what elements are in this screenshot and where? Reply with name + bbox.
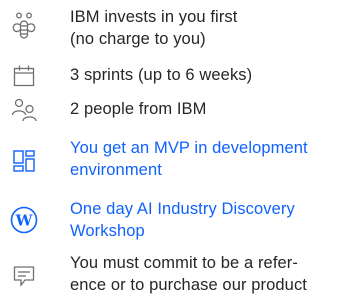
people-icon	[10, 95, 38, 123]
item-text-line: You get an MVP in development	[70, 139, 308, 157]
list-item-investment: IBM invests in you first (no charge to y…	[0, 6, 351, 54]
item-text-line: 2 people from IBM	[70, 100, 207, 118]
item-text-line: You must commit to be a refer-	[70, 254, 298, 272]
item-text-line: (no charge to you)	[70, 30, 206, 48]
item-text-line: 3 sprints (up to 6 weeks)	[70, 66, 253, 84]
svg-text:W: W	[15, 212, 34, 230]
offer-terms-list: IBM invests in you first (no charge to y…	[0, 0, 351, 301]
chat-icon	[10, 262, 38, 290]
item-text: You must commit to be a refer- ence or t…	[70, 252, 345, 296]
dashboard-icon	[10, 147, 38, 175]
item-text-line: One day AI Industry Discovery	[70, 200, 295, 218]
list-item-mvp: You get an MVP in development environmen…	[0, 137, 351, 185]
item-text: One day AI Industry Discovery Workshop	[70, 198, 345, 242]
item-text-line: ence or to purchase our product	[70, 276, 307, 294]
list-item-workshop: W One day AI Industry Discovery Workshop	[0, 198, 351, 246]
item-text: IBM invests in you first (no charge to y…	[70, 6, 345, 50]
list-item-commitment: You must commit to be a refer- ence or t…	[0, 252, 351, 300]
item-text-line: Workshop	[70, 222, 145, 240]
bee-icon	[10, 12, 38, 40]
item-text: You get an MVP in development environmen…	[70, 137, 345, 181]
list-item-people: 2 people from IBM	[0, 98, 351, 122]
watson-w-icon: W	[10, 206, 38, 234]
item-text: 2 people from IBM	[70, 98, 345, 120]
list-item-sprints: 3 sprints (up to 6 weeks)	[0, 64, 351, 88]
item-text-line: IBM invests in you first	[70, 8, 238, 26]
calendar-icon	[10, 62, 38, 90]
item-text-line: environment	[70, 161, 162, 179]
item-text: 3 sprints (up to 6 weeks)	[70, 64, 345, 86]
